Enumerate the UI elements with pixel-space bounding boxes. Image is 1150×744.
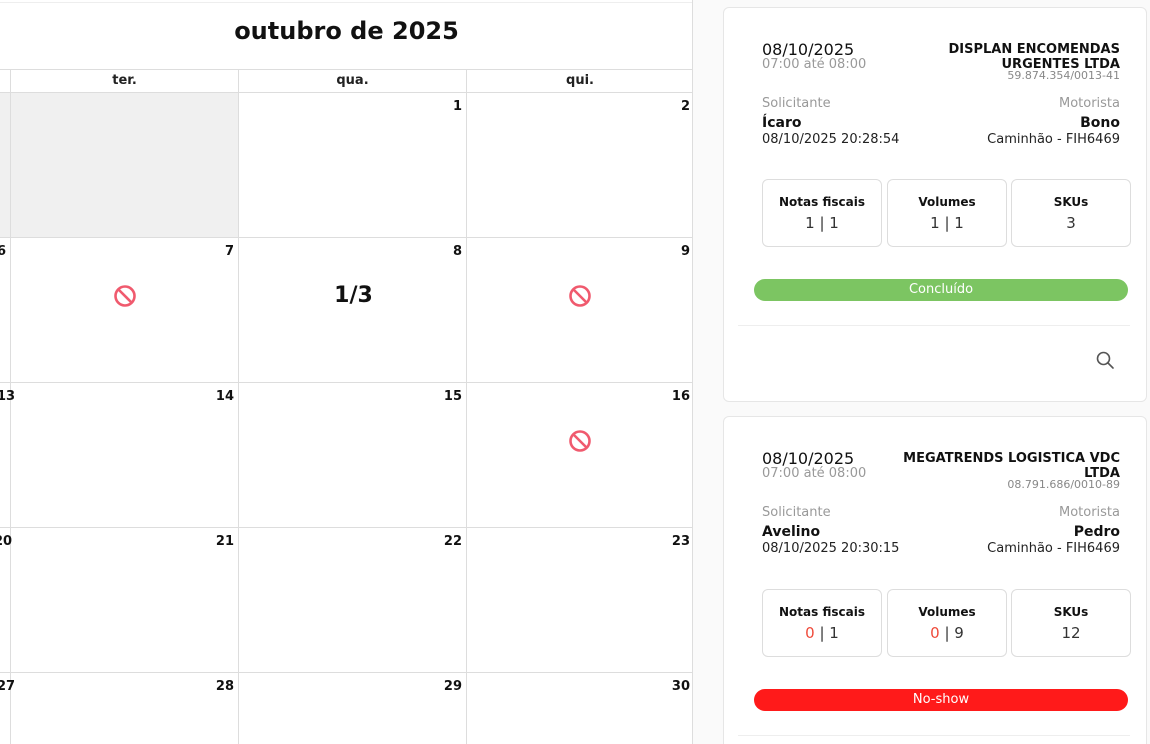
day-number-23[interactable]: 23 (672, 534, 690, 549)
status-badge: No-show (754, 689, 1128, 711)
appointment-time: 07:00 até 08:00 (762, 57, 867, 72)
separator: | (814, 624, 830, 642)
prohibited-icon (569, 285, 591, 307)
day-number-29[interactable]: 29 (444, 679, 462, 694)
day-number-1[interactable]: 1 (453, 99, 462, 114)
volumes-received: 1 (930, 214, 940, 232)
calendar-cell-disabled (0, 93, 238, 237)
separator: | (939, 214, 955, 232)
card-divider (738, 325, 1130, 326)
weekday-header-wed: qua. (336, 73, 369, 88)
grid-line (0, 92, 693, 93)
day-number-6[interactable]: 6 (0, 244, 6, 259)
skus-label: SKUs (1053, 605, 1089, 619)
skus-value: 3 (1066, 214, 1076, 232)
volumes-label: Volumes (918, 605, 976, 619)
day-number-2[interactable]: 2 (681, 99, 690, 114)
day-number-21[interactable]: 21 (216, 534, 234, 549)
day-number-28[interactable]: 28 (216, 679, 234, 694)
company-cnpj: 59.874.354/0013-41 (1007, 69, 1120, 82)
requested-at: 08/10/2025 20:28:54 (762, 132, 900, 147)
skus-label: SKUs (1053, 195, 1089, 209)
invoices-total: 1 (829, 624, 839, 642)
day-number-8[interactable]: 8 (453, 244, 462, 259)
vehicle-plate: Caminhão - FIH6469 (987, 132, 1120, 147)
company-name: DISPLAN ENCOMENDAS URGENTES LTDA (948, 42, 1120, 72)
requester-name: Ícaro (762, 115, 802, 131)
grid-line (0, 382, 693, 383)
appointment-time: 07:00 até 08:00 (762, 466, 867, 481)
driver-name: Pedro (1073, 524, 1120, 540)
volumes-box: Volumes 1 | 1 (887, 179, 1007, 247)
requested-at: 08/10/2025 20:30:15 (762, 541, 900, 556)
volumes-label: Volumes (918, 195, 976, 209)
requester-label: Solicitante (762, 96, 831, 111)
calendar-title: outubro de 2025 (234, 17, 459, 45)
day-number-16[interactable]: 16 (672, 389, 690, 404)
volumes-value: 1 | 1 (888, 214, 1006, 232)
skus-box: SKUs 12 (1011, 589, 1131, 657)
invoices-label: Notas fiscais (779, 195, 865, 209)
prohibited-icon (114, 285, 136, 307)
invoices-received: 0 (805, 624, 815, 642)
skus-box: SKUs 3 (1011, 179, 1131, 247)
driver-label: Motorista (1058, 505, 1120, 520)
volumes-value: 0 | 9 (888, 624, 1006, 642)
card-divider (738, 735, 1130, 736)
day-number-15[interactable]: 15 (444, 389, 462, 404)
appointments-panel: 08/10/2025 07:00 até 08:00 DISPLAN ENCOM… (693, 0, 1150, 744)
appointment-card[interactable]: 08/10/2025 07:00 até 08:00 MEGATRENDS LO… (723, 416, 1147, 744)
requester-label: Solicitante (762, 505, 831, 520)
volumes-total: 9 (954, 624, 964, 642)
day-number-27[interactable]: 27 (0, 679, 15, 694)
status-badge: Concluído (754, 279, 1128, 301)
prohibited-icon (569, 430, 591, 452)
separator: | (814, 214, 830, 232)
invoices-label: Notas fiscais (779, 605, 865, 619)
appointment-card[interactable]: 08/10/2025 07:00 até 08:00 DISPLAN ENCOM… (723, 7, 1147, 402)
grid-line (0, 237, 693, 238)
invoices-box: Notas fiscais 0 | 1 (762, 589, 882, 657)
volumes-received: 0 (930, 624, 940, 642)
day-number-13[interactable]: 13 (0, 389, 15, 404)
invoices-box: Notas fiscais 1 | 1 (762, 179, 882, 247)
day-schedule-summary[interactable]: 1/3 (240, 283, 467, 308)
day-number-7[interactable]: 7 (225, 244, 234, 259)
day-number-9[interactable]: 9 (681, 244, 690, 259)
calendar-month-view: outubro de 2025 ter. qua. qui. 1 2 6 7 8… (0, 0, 693, 744)
driver-name: Bono (1080, 115, 1120, 131)
search-icon[interactable] (1095, 350, 1115, 370)
volumes-total: 1 (954, 214, 964, 232)
driver-label: Motorista (1058, 96, 1120, 111)
separator: | (939, 624, 955, 642)
weekday-header-tue: ter. (112, 73, 137, 88)
grid-line (10, 69, 11, 744)
invoices-value: 0 | 1 (763, 624, 881, 642)
weekday-header-thu: qui. (566, 73, 594, 88)
day-number-20[interactable]: 20 (0, 534, 12, 549)
invoices-received: 1 (805, 214, 815, 232)
requester-name: Avelino (762, 524, 821, 540)
day-number-22[interactable]: 22 (444, 534, 462, 549)
calendar-top-border (0, 2, 693, 3)
volumes-box: Volumes 0 | 9 (887, 589, 1007, 657)
invoices-value: 1 | 1 (763, 214, 881, 232)
day-number-14[interactable]: 14 (216, 389, 234, 404)
grid-line (0, 672, 693, 673)
vehicle-plate: Caminhão - FIH6469 (987, 541, 1120, 556)
company-name: MEGATRENDS LOGISTICA VDC LTDA (903, 451, 1120, 481)
day-number-30[interactable]: 30 (672, 679, 690, 694)
invoices-total: 1 (829, 214, 839, 232)
skus-value: 12 (1061, 624, 1081, 642)
grid-line (0, 527, 693, 528)
company-cnpj: 08.791.686/0010-89 (1007, 478, 1120, 491)
grid-line (238, 69, 239, 744)
grid-line (466, 69, 467, 744)
